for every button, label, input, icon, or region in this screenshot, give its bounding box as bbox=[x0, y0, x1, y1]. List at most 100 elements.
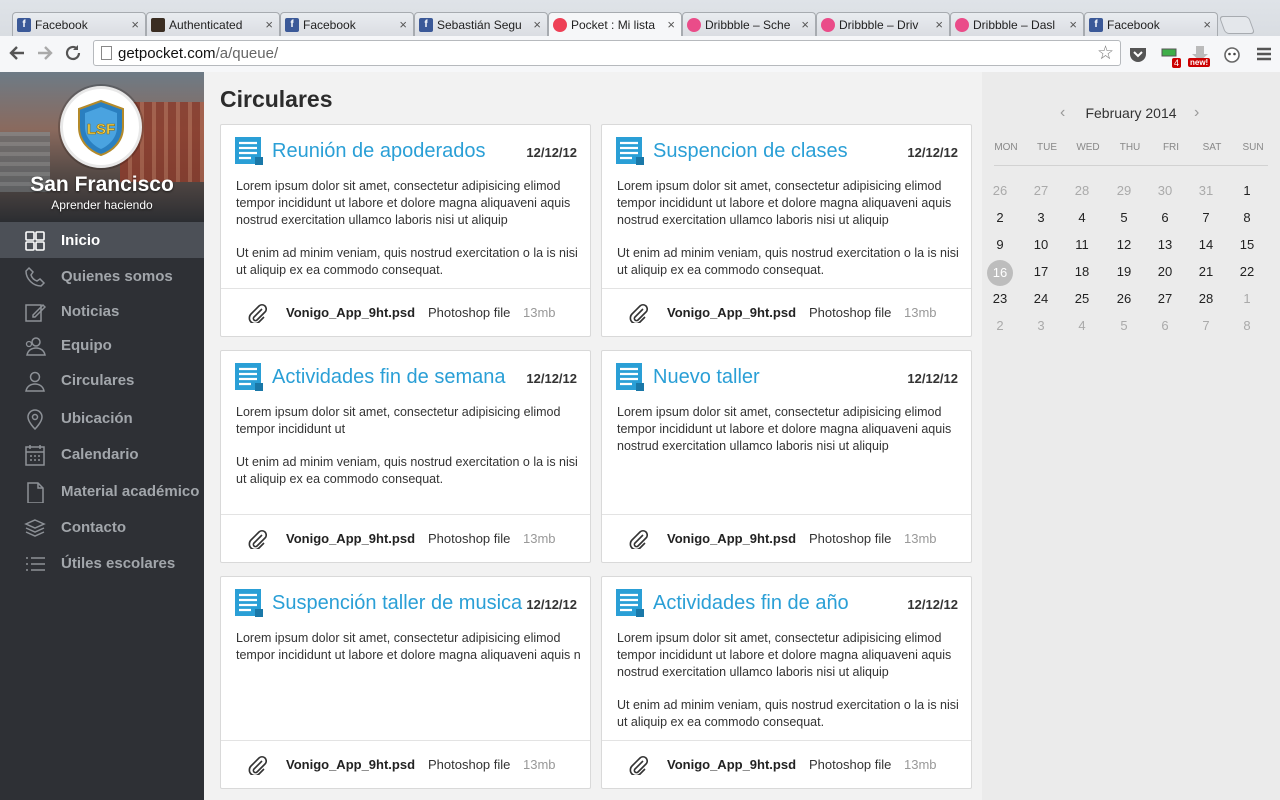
calendar-day[interactable]: 20 bbox=[1151, 259, 1179, 285]
calendar-day[interactable]: 27 bbox=[1027, 178, 1055, 204]
calendar-day[interactable]: 25 bbox=[1068, 286, 1096, 312]
forward-arrow-icon[interactable] bbox=[34, 42, 56, 64]
calendar-day[interactable]: 31 bbox=[1192, 178, 1220, 204]
card-title[interactable]: Actividades fin de año bbox=[653, 592, 849, 615]
calendar-day[interactable]: 10 bbox=[1027, 232, 1055, 258]
browser-tab[interactable]: f Facebook × bbox=[12, 12, 146, 36]
browser-tab[interactable]: f Facebook × bbox=[280, 12, 414, 36]
calendar-day[interactable]: 23 bbox=[986, 286, 1014, 312]
sidebar-item-inicio[interactable]: Inicio bbox=[0, 222, 204, 258]
calendar-day[interactable]: 19 bbox=[1110, 259, 1138, 285]
school-logo[interactable]: LSF bbox=[60, 86, 142, 168]
tab-close-icon[interactable]: × bbox=[1069, 17, 1077, 32]
download-extension-icon[interactable]: new! bbox=[1188, 44, 1211, 67]
card-attachment[interactable]: Vonigo_App_9ht.psd Photoshop file 13mb bbox=[602, 740, 971, 788]
card-title[interactable]: Actividades fin de semana bbox=[272, 366, 505, 389]
tab-close-icon[interactable]: × bbox=[935, 17, 943, 32]
paperclip-icon[interactable] bbox=[628, 755, 649, 777]
sidebar-item-utiles-escolares[interactable]: Útiles escolares bbox=[0, 545, 204, 581]
pocket-extension-icon[interactable] bbox=[1128, 44, 1148, 64]
circular-card[interactable]: Actividades fin de año 12/12/12 Lorem ipsu… bbox=[601, 576, 972, 789]
calendar-next-chevron-icon[interactable]: › bbox=[1194, 104, 1199, 122]
tab-close-icon[interactable]: × bbox=[399, 17, 407, 32]
circular-card[interactable]: Suspencion de clases 12/12/12 Lorem ipsum … bbox=[601, 124, 972, 337]
attachment-filename[interactable]: Vonigo_App_9ht.psd bbox=[286, 305, 415, 320]
calendar-day[interactable]: 21 bbox=[1192, 259, 1220, 285]
sidebar-item-material-academico[interactable]: Material académico bbox=[0, 473, 204, 509]
tab-close-icon[interactable]: × bbox=[801, 17, 809, 32]
calendar-day[interactable]: 11 bbox=[1068, 232, 1096, 258]
card-title[interactable]: Reunión de apoderados bbox=[272, 140, 486, 163]
calendar-day[interactable]: 8 bbox=[1233, 205, 1261, 231]
tab-close-icon[interactable]: × bbox=[533, 17, 541, 32]
circular-card[interactable]: Actividades fin de semana 12/12/12 Lorem i… bbox=[220, 350, 591, 563]
calendar-day[interactable]: 22 bbox=[1233, 259, 1261, 285]
sidebar-item-ubicacion[interactable]: Ubicación bbox=[0, 400, 204, 436]
tab-close-icon[interactable]: × bbox=[265, 17, 273, 32]
browser-tab[interactable]: Dribbble – Dasl × bbox=[950, 12, 1084, 36]
calendar-day[interactable]: 1 bbox=[1233, 178, 1261, 204]
calendar-day[interactable]: 15 bbox=[1233, 232, 1261, 258]
calendar-day[interactable]: 27 bbox=[1151, 286, 1179, 312]
paperclip-icon[interactable] bbox=[247, 529, 268, 551]
calendar-day[interactable]: 8 bbox=[1233, 313, 1261, 339]
paperclip-icon[interactable] bbox=[247, 755, 268, 777]
calendar-day[interactable]: 28 bbox=[1068, 178, 1096, 204]
calendar-day[interactable]: 28 bbox=[1192, 286, 1220, 312]
browser-tab[interactable]: f Sebastián Segu × bbox=[414, 12, 548, 36]
calendar-day[interactable]: 18 bbox=[1068, 259, 1096, 285]
sidebar-item-equipo[interactable]: Equipo bbox=[0, 327, 204, 363]
browser-tab[interactable]: f Facebook × bbox=[1084, 12, 1218, 36]
bookmark-star-icon[interactable]: ☆ bbox=[1097, 42, 1114, 65]
tab-close-icon[interactable]: × bbox=[1203, 17, 1211, 32]
attachment-filename[interactable]: Vonigo_App_9ht.psd bbox=[667, 757, 796, 772]
calendar-day[interactable]: 26 bbox=[1110, 286, 1138, 312]
calendar-day[interactable]: 30 bbox=[1151, 178, 1179, 204]
calendar-day[interactable]: 7 bbox=[1192, 205, 1220, 231]
new-tab-button[interactable] bbox=[1218, 16, 1256, 34]
circular-card[interactable]: Reunión de apoderados 12/12/12 Lorem ipsum… bbox=[220, 124, 591, 337]
reload-icon[interactable] bbox=[62, 42, 84, 64]
ghost-extension-icon[interactable] bbox=[1222, 44, 1242, 64]
calendar-day[interactable]: 7 bbox=[1192, 313, 1220, 339]
calendar-day[interactable]: 3 bbox=[1027, 205, 1055, 231]
calendar-day[interactable]: 9 bbox=[986, 232, 1014, 258]
circular-card[interactable]: Suspención taller de musica 12/12/12 Lorem… bbox=[220, 576, 591, 789]
sidebar-item-noticias[interactable]: Noticias bbox=[0, 293, 204, 329]
attachment-filename[interactable]: Vonigo_App_9ht.psd bbox=[286, 531, 415, 546]
card-attachment[interactable]: Vonigo_App_9ht.psd Photoshop file 13mb bbox=[221, 288, 590, 336]
paperclip-icon[interactable] bbox=[247, 303, 268, 325]
sidebar-item-circulares[interactable]: Circulares bbox=[0, 362, 204, 398]
attachment-filename[interactable]: Vonigo_App_9ht.psd bbox=[667, 305, 796, 320]
paperclip-icon[interactable] bbox=[628, 529, 649, 551]
calendar-day[interactable]: 3 bbox=[1027, 313, 1055, 339]
calendar-day[interactable]: 5 bbox=[1110, 205, 1138, 231]
circular-card[interactable]: Nuevo taller 12/12/12 Lorem ipsum dolor si… bbox=[601, 350, 972, 563]
browser-tab[interactable]: Pocket : Mi lista × bbox=[548, 12, 682, 36]
tab-close-icon[interactable]: × bbox=[131, 17, 139, 32]
sidebar-item-contacto[interactable]: Contacto bbox=[0, 509, 204, 545]
back-arrow-icon[interactable] bbox=[6, 42, 28, 64]
calendar-day[interactable]: 6 bbox=[1151, 205, 1179, 231]
battery-extension-icon[interactable]: 4 bbox=[1160, 44, 1182, 68]
card-attachment[interactable]: Vonigo_App_9ht.psd Photoshop file 13mb bbox=[221, 740, 590, 788]
calendar-day[interactable]: 2 bbox=[986, 205, 1014, 231]
card-title[interactable]: Suspención taller de musica bbox=[272, 592, 522, 615]
browser-tab[interactable]: Authenticated × bbox=[146, 12, 280, 36]
calendar-day[interactable]: 4 bbox=[1068, 205, 1096, 231]
card-attachment[interactable]: Vonigo_App_9ht.psd Photoshop file 13mb bbox=[221, 514, 590, 562]
browser-tab[interactable]: Dribbble – Sche × bbox=[682, 12, 816, 36]
calendar-day[interactable]: 26 bbox=[986, 178, 1014, 204]
tab-close-icon[interactable]: × bbox=[667, 17, 675, 32]
calendar-day[interactable]: 2 bbox=[986, 313, 1014, 339]
browser-tab[interactable]: Dribbble – Driv × bbox=[816, 12, 950, 36]
calendar-day[interactable]: 4 bbox=[1068, 313, 1096, 339]
card-title[interactable]: Nuevo taller bbox=[653, 366, 760, 389]
attachment-filename[interactable]: Vonigo_App_9ht.psd bbox=[667, 531, 796, 546]
paperclip-icon[interactable] bbox=[628, 303, 649, 325]
calendar-day[interactable]: 12 bbox=[1110, 232, 1138, 258]
menu-icon[interactable] bbox=[1254, 44, 1274, 64]
calendar-day-today[interactable]: 16 bbox=[987, 260, 1013, 286]
calendar-day[interactable]: 29 bbox=[1110, 178, 1138, 204]
calendar-day[interactable]: 13 bbox=[1151, 232, 1179, 258]
